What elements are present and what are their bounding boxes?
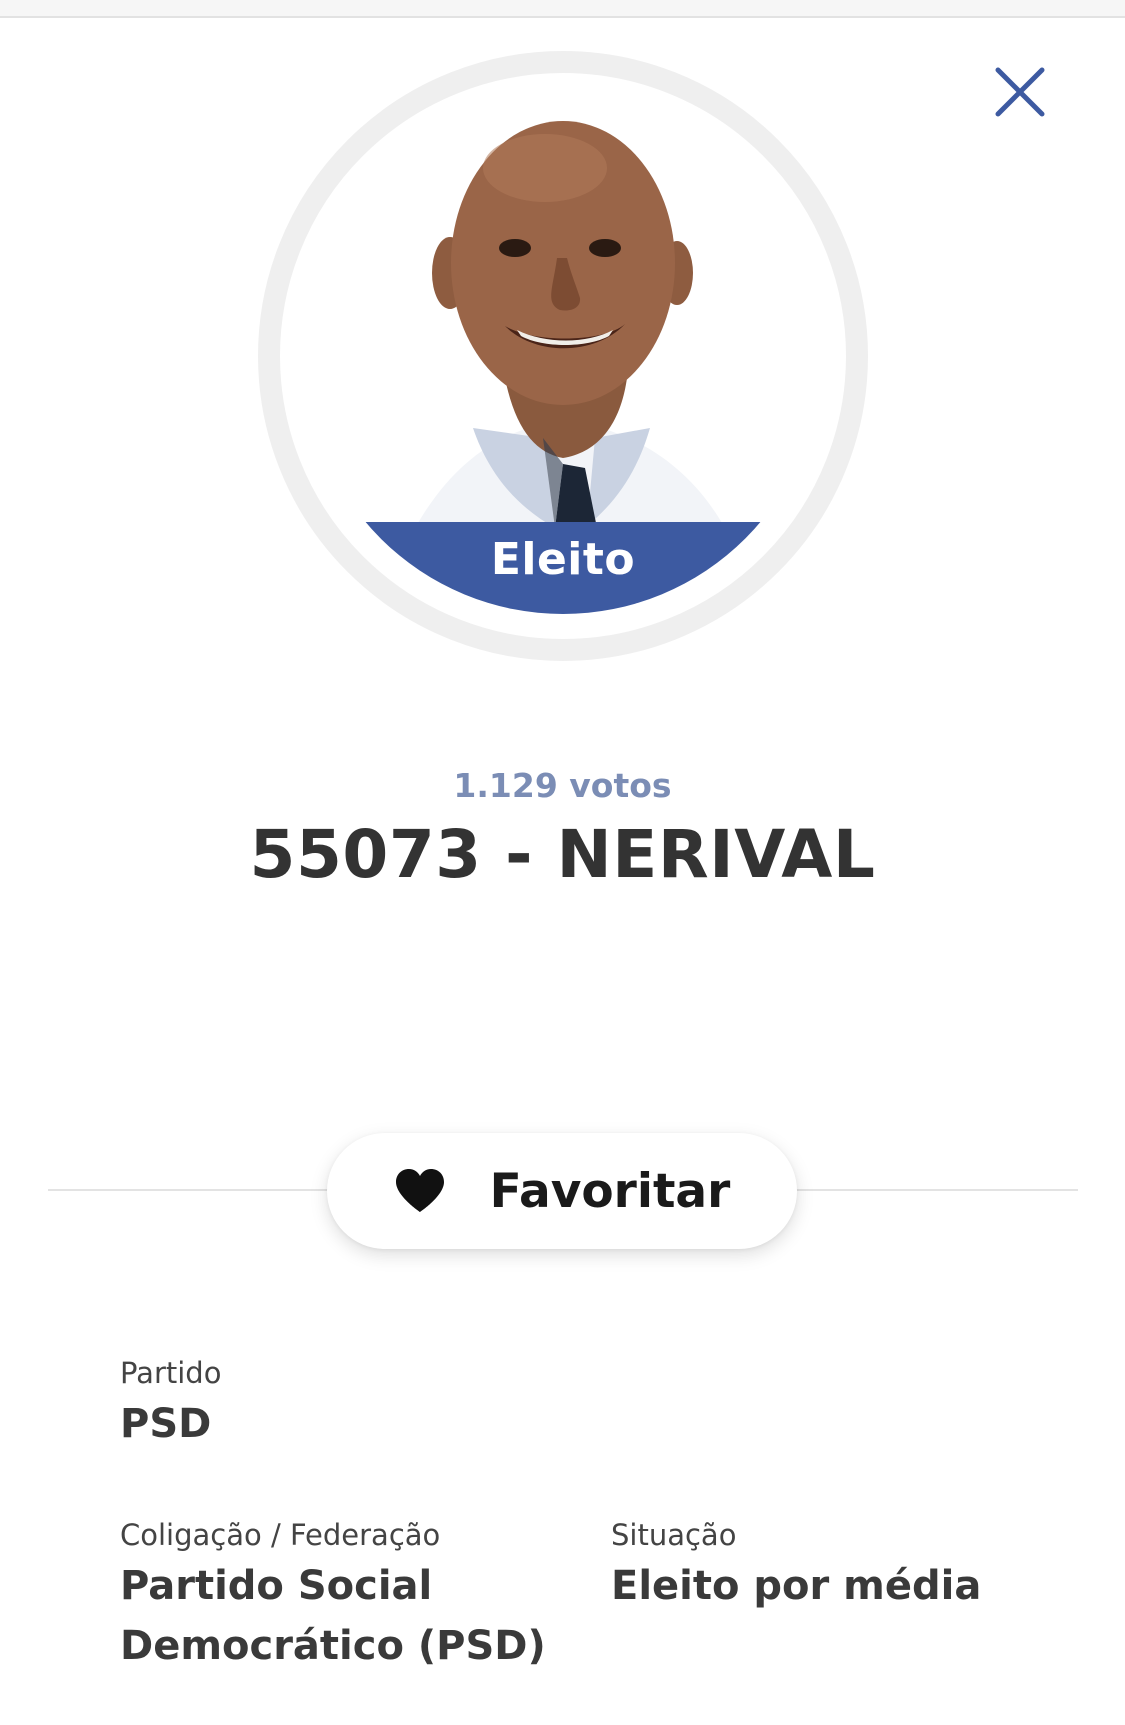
close-icon[interactable] <box>990 62 1050 122</box>
party-value: PSD <box>120 1401 212 1447</box>
situation-label: Situação <box>611 1518 737 1552</box>
top-bar <box>0 0 1125 18</box>
situation-value: Eleito por média <box>611 1563 982 1609</box>
status-badge: Eleito <box>305 522 821 614</box>
candidate-title: 55073 - NERIVAL <box>249 816 876 893</box>
favorite-label: Favoritar <box>489 1163 731 1219</box>
heart-icon <box>394 1168 446 1214</box>
coalition-value-line2: Democrático (PSD) <box>120 1623 546 1669</box>
party-label: Partido <box>120 1356 222 1390</box>
coalition-value-line1: Partido Social <box>120 1563 433 1609</box>
candidate-photo: Eleito <box>305 98 821 614</box>
coalition-label: Coligação / Federação <box>120 1518 441 1552</box>
close-button[interactable] <box>990 62 1050 122</box>
favorite-button[interactable]: Favoritar <box>327 1133 797 1249</box>
vote-count: 1.129 votos <box>453 766 672 805</box>
